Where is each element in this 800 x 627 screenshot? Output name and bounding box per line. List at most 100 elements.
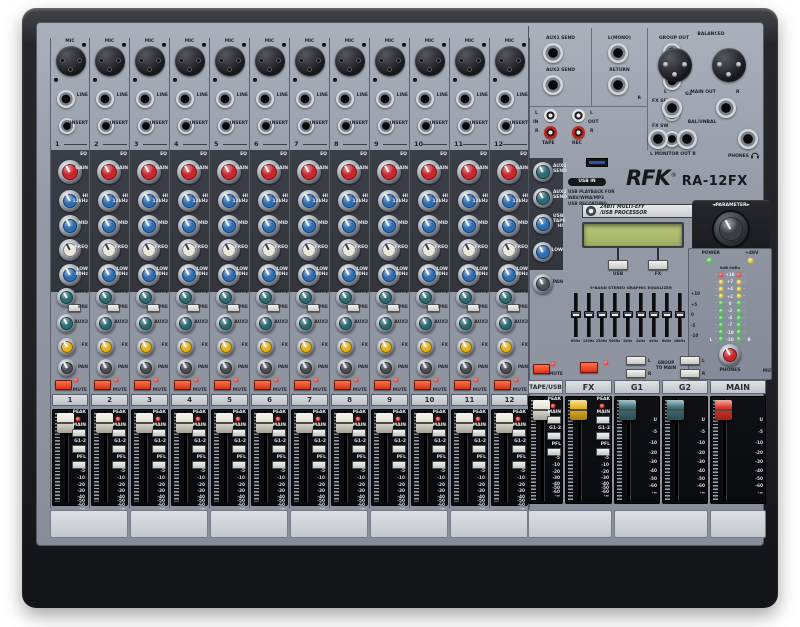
fx-send-knob[interactable] [137,338,155,356]
pan-knob[interactable] [58,359,76,377]
mic-xlr-input[interactable] [56,46,86,76]
aux2-knob[interactable] [216,314,235,333]
tape-low-knob[interactable] [533,242,553,262]
fader-handle[interactable] [336,413,353,433]
usb-mode-button[interactable] [608,260,628,270]
fader-handle[interactable] [496,413,513,433]
gain-knob[interactable] [297,160,321,184]
line-input-jack[interactable] [376,90,394,108]
main-assign-button[interactable] [312,429,326,437]
main-assign-button[interactable] [547,416,561,424]
parameter-knob[interactable] [714,212,748,246]
mute-button[interactable] [134,380,151,390]
tape-aux1-knob[interactable] [533,162,553,182]
pfl-button[interactable] [512,461,526,469]
main-assign-button[interactable] [512,429,526,437]
main-assign-button[interactable] [352,429,366,437]
mute-button[interactable] [94,380,111,390]
line-input-jack[interactable] [456,90,474,108]
pfl-button[interactable] [472,461,486,469]
group-assign-button[interactable] [72,445,86,453]
tape-mute-button[interactable] [533,364,550,374]
group-assign-button[interactable] [152,445,166,453]
aux2-knob[interactable] [416,314,435,333]
main-assign-button[interactable] [192,429,206,437]
g2-to-main-l-button[interactable] [680,356,700,365]
line-input-jack[interactable] [256,90,274,108]
fader-handle[interactable] [619,400,636,420]
eq-mid-knob[interactable] [378,215,400,237]
pfl-button[interactable] [152,461,166,469]
pan-knob[interactable] [497,359,515,377]
mic-xlr-input[interactable] [455,46,485,76]
monitor-out-l-jack[interactable] [648,129,668,149]
main-assign-button[interactable] [392,429,406,437]
fader-handle[interactable] [136,413,153,433]
line-input-jack[interactable] [136,90,154,108]
group-assign-button[interactable] [352,445,366,453]
geq-slider-handle[interactable] [675,311,685,318]
fader-handle[interactable] [570,400,587,420]
group-assign-button[interactable] [232,445,246,453]
geq-slider-handle[interactable] [623,311,633,318]
mute-button[interactable] [254,380,271,390]
geq-slider-handle[interactable] [597,311,607,318]
mute-button[interactable] [414,380,431,390]
pfl-button[interactable] [232,461,246,469]
main-assign-button[interactable] [72,429,86,437]
return-l-jack[interactable] [608,43,628,63]
mic-xlr-input[interactable] [375,46,405,76]
pan-knob[interactable] [97,359,115,377]
group-assign-button[interactable] [547,432,561,440]
eq-mid-knob[interactable] [338,215,360,237]
group-assign-button[interactable] [472,445,486,453]
geq-slider-handle[interactable] [662,311,672,318]
tape-hi-knob[interactable] [533,214,553,234]
aux2-knob[interactable] [96,314,115,333]
geq-slider-handle[interactable] [649,311,659,318]
return-r-jack[interactable] [608,75,628,95]
group-assign-button[interactable] [432,445,446,453]
usb-port[interactable] [586,158,608,167]
eq-mid-knob[interactable] [138,215,160,237]
aux2-knob[interactable] [176,314,195,333]
fader-handle[interactable] [376,413,393,433]
eq-mid-knob[interactable] [498,215,520,237]
pan-knob[interactable] [457,359,475,377]
pan-knob[interactable] [177,359,195,377]
main-assign-button[interactable] [112,429,126,437]
mic-xlr-input[interactable] [495,46,525,76]
fx-send-knob[interactable] [297,338,315,356]
aux2-knob[interactable] [296,314,315,333]
pfl-button[interactable] [596,448,610,456]
mic-xlr-input[interactable] [215,46,245,76]
group-assign-button[interactable] [272,445,286,453]
fx-send-knob[interactable] [217,338,235,356]
gain-knob[interactable] [337,160,361,184]
mic-xlr-input[interactable] [335,46,365,76]
pfl-button[interactable] [432,461,446,469]
gain-knob[interactable] [457,160,481,184]
fader-handle[interactable] [715,400,732,420]
fx-send-knob[interactable] [457,338,475,356]
fx-send-knob[interactable] [177,338,195,356]
gain-knob[interactable] [377,160,401,184]
main-assign-button[interactable] [596,416,610,424]
gain-knob[interactable] [257,160,281,184]
line-input-jack[interactable] [96,90,114,108]
g1-to-main-l-button[interactable] [626,356,646,365]
aux2-knob[interactable] [496,314,515,333]
rec-out-l-rca[interactable] [572,109,585,122]
mic-xlr-input[interactable] [255,46,285,76]
pfl-button[interactable] [547,448,561,456]
pan-knob[interactable] [417,359,435,377]
main-out-l-xlr[interactable] [658,48,692,82]
mic-xlr-input[interactable] [135,46,165,76]
main-assign-button[interactable] [432,429,446,437]
pfl-button[interactable] [392,461,406,469]
mute-button[interactable] [174,380,191,390]
gain-knob[interactable] [417,160,441,184]
pfl-button[interactable] [352,461,366,469]
main-assign-button[interactable] [152,429,166,437]
mic-xlr-input[interactable] [175,46,205,76]
